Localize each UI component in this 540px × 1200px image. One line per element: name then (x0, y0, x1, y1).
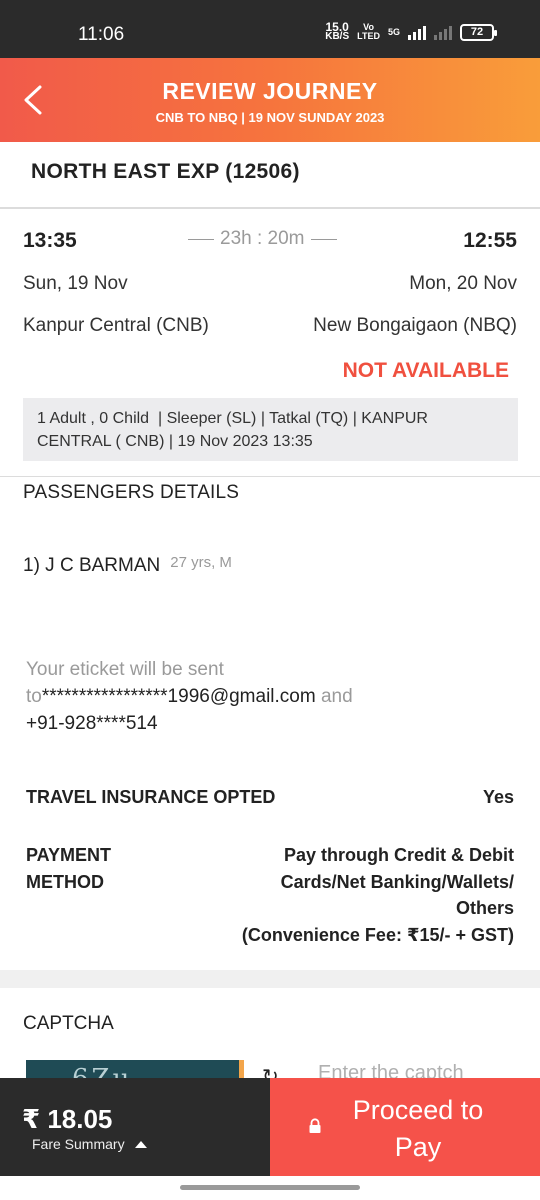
availability-status: NOT AVAILABLE (342, 359, 509, 382)
lock-icon (309, 1118, 321, 1133)
fare-summary-label: Fare Summary (32, 1136, 125, 1152)
divider (0, 207, 540, 209)
payment-label-line1: PAYMENT (26, 845, 112, 865)
payment-value-line1: Pay through Credit & Debit (283, 845, 514, 865)
signal-secondary-icon (434, 24, 452, 40)
status-icons: 15.0 KB/S Vo LTED 5G 72 (325, 21, 497, 42)
passenger-row: 1) J C BARMAN 27 yrs, M (23, 554, 232, 577)
battery-level: 72 (470, 26, 484, 38)
eticket-line1: Your eticket will be sent (26, 659, 224, 680)
caret-up-icon (134, 1140, 147, 1148)
from-station: Kanpur Central (CNB) (23, 315, 209, 336)
payment-value-line2: Cards/Net Banking/Wallets/ (280, 871, 514, 892)
duration-dash-left (188, 238, 214, 240)
network-speed: 15.0 KB/S (325, 21, 350, 42)
divider (0, 476, 540, 477)
volte-indicator: Vo LTED (357, 23, 380, 41)
network-type: 5G (387, 27, 400, 37)
payment-method-value: Pay through Credit & Debit Cards/Net Ban… (214, 842, 514, 948)
booking-summary-line2: CENTRAL ( CNB) | 19 Nov 2023 13:35 (37, 433, 313, 450)
insurance-label: TRAVEL INSURANCE OPTED (26, 787, 276, 807)
arrival-time: 12:55 (463, 229, 517, 252)
fare-summary-bar[interactable]: ₹ 18.05 Fare Summary (0, 1078, 270, 1176)
departure-date: Sun, 19 Nov (23, 273, 128, 294)
eticket-to: to (26, 686, 42, 707)
payment-method-label: PAYMENT METHOD (26, 842, 146, 896)
fare-amount: ₹ 18.05 (22, 1104, 113, 1134)
train-name: NORTH EAST EXP (12506) (31, 160, 300, 183)
duration-text: 23h : 20m (220, 228, 305, 249)
proceed-to-pay-button[interactable]: Proceed to Pay (270, 1078, 540, 1176)
eticket-and: and (320, 686, 353, 707)
passenger-name: 1) J C BARMAN (23, 555, 161, 576)
insurance-value: Yes (482, 787, 514, 807)
signal-icon (408, 24, 426, 40)
volte-bottom: LTED (357, 31, 380, 41)
booking-summary-line1: 1 Adult , 0 Child | Sleeper (SL) | Tatka… (37, 410, 428, 427)
payment-value-line3: Others (455, 898, 514, 918)
page-subtitle: CNB TO NBQ | 19 NOV SUNDAY 2023 (155, 110, 385, 125)
network-speed-unit: KB/S (325, 31, 350, 42)
proceed-label-line1: Proceed to (352, 1095, 484, 1125)
journey-duration: 23h : 20m (188, 228, 337, 250)
payment-label-line2: METHOD (26, 872, 104, 892)
to-station: New Bongaigaon (NBQ) (313, 315, 517, 336)
captcha-title: CAPTCHA (23, 1013, 114, 1034)
battery-icon: 72 (460, 23, 497, 41)
passengers-section-title: PASSENGERS DETAILS (23, 482, 240, 503)
page-title: REVIEW JOURNEY (162, 78, 378, 104)
payment-value-line4: (Convenience Fee: ₹15/- + GST) (241, 924, 514, 945)
arrival-date: Mon, 20 Nov (409, 273, 517, 294)
status-time: 11:06 (78, 24, 125, 45)
system-nav-area (0, 1176, 540, 1200)
fare-summary-toggle[interactable]: Fare Summary (32, 1136, 147, 1152)
status-bar: 11:06 15.0 KB/S Vo LTED 5G 72 (0, 0, 540, 58)
proceed-label-line2: Pay (394, 1132, 442, 1162)
booking-summary-box: 1 Adult , 0 Child | Sleeper (SL) | Tatka… (23, 398, 518, 461)
eticket-email: *****************1996@gmail.com (41, 686, 316, 707)
passenger-age-gender: 27 yrs, M (170, 554, 232, 571)
home-gesture-bar[interactable] (180, 1185, 360, 1190)
proceed-label: Proceed to Pay (338, 1092, 498, 1166)
duration-dash-right (310, 238, 337, 240)
eticket-phone: +91-928****514 (26, 713, 158, 734)
eticket-info: Your eticket will be sent to************… (26, 656, 506, 737)
section-separator (0, 970, 540, 988)
app-header: REVIEW JOURNEY CNB TO NBQ | 19 NOV SUNDA… (0, 58, 540, 142)
departure-time: 13:35 (23, 229, 77, 252)
